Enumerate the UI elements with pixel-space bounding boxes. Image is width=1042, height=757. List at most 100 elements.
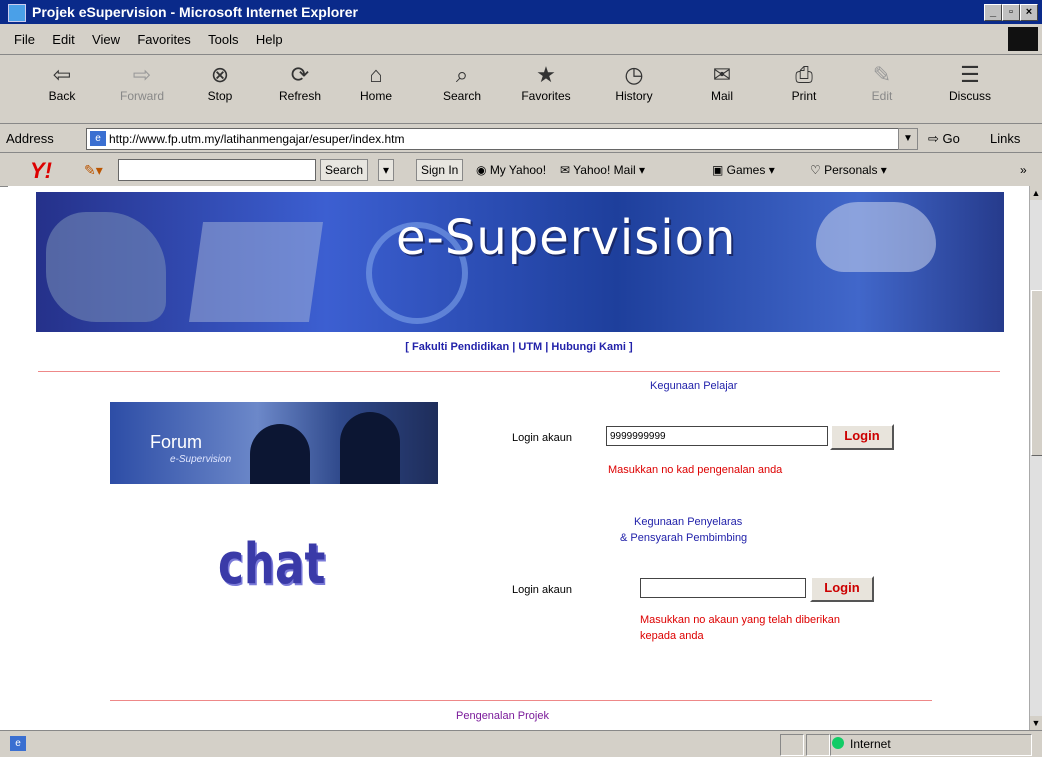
staff-hint-line1: Masukkan no akaun yang telah diberikan [640,614,840,626]
back-arrow-icon: ⇦ [52,62,72,87]
menu-help[interactable]: Help [256,32,283,47]
search-button[interactable]: ⌕ Search [430,61,494,103]
home-button[interactable]: ⌂ Home [344,61,408,103]
menu-file[interactable]: File [14,32,35,47]
stop-label: Stop [207,89,233,103]
yahoo-signin-button[interactable]: Sign In [416,159,464,181]
window-titlebar: Projek eSupervision - Microsoft Internet… [0,0,1042,24]
yahoo-search-dropdown[interactable]: ▾ [378,159,395,181]
person-silhouette [340,412,400,484]
mouse-graphic [816,202,936,272]
edit-icon: ✎ [872,62,892,87]
print-label: Print [791,89,817,103]
yahoo-logo-icon[interactable]: Y! [30,158,52,184]
close-button[interactable]: × [1020,4,1038,21]
menu-tools[interactable]: Tools [208,32,238,47]
discuss-button[interactable]: ☰ Discuss [938,61,1002,103]
staff-login-label: Login akaun [512,584,572,596]
discuss-label: Discuss [948,89,991,103]
edit-label: Edit [871,89,893,103]
games-label: Games [726,163,766,177]
status-segment [806,734,830,756]
footer-link[interactable]: Pengenalan Projek [456,710,549,722]
forward-label: Forward [119,89,164,103]
refresh-icon: ⟳ [290,62,310,87]
address-bar: Address e http://www.fp.utm.my/latihanme… [0,124,1042,153]
links-button[interactable]: Links [990,131,1020,146]
yahoo-mail-link[interactable]: ✉ Yahoo! Mail ▾ [560,163,645,177]
student-heading: Kegunaan Pelajar [650,380,738,392]
zone-label: Internet [850,737,891,751]
my-yahoo-label: My Yahoo! [489,163,547,177]
personals-label: Personals [824,163,878,177]
address-input[interactable]: e http://www.fp.utm.my/latihanmengajar/e… [86,128,918,150]
yahoo-toolbar: Y! ✎▾ Search ▾ Sign In ◉ My Yahoo! ✉ Yah… [0,153,1042,187]
stop-button[interactable]: ⊗ Stop [188,61,252,103]
refresh-label: Refresh [278,89,322,103]
favorites-icon: ★ [536,62,556,87]
print-button[interactable]: ⎙ Print [772,61,836,103]
favorites-label: Favorites [521,89,571,103]
my-yahoo-link[interactable]: ◉ My Yahoo! [476,163,546,177]
student-login-button[interactable]: Login [830,424,894,450]
yahoo-search-input[interactable] [118,159,316,181]
home-label: Home [359,89,392,103]
address-label: Address [6,131,54,146]
status-segment [780,734,804,756]
forum-subtitle: e-Supervision [170,454,232,465]
chat-logo[interactable]: chat [218,532,325,597]
menu-edit[interactable]: Edit [52,32,74,47]
pencil-icon[interactable]: ✎▾ [84,162,103,179]
games-link[interactable]: ▣ Games ▾ [712,163,775,177]
forward-button[interactable]: ⇨ Forward [110,61,174,103]
ie-icon [8,4,26,22]
menu-view[interactable]: View [92,32,120,47]
minimize-button[interactable]: _ [984,4,1002,21]
staff-heading-line2: & Pensyarah Pembimbing [620,532,748,544]
page-content: e-Supervision [ Fakulti Pendidikan | UTM… [8,186,1030,730]
history-icon: ◷ [624,62,644,87]
staff-hint-line2: kepada anda [640,630,704,642]
toolbar-overflow-button[interactable]: » [1020,163,1027,177]
maximize-button[interactable]: ▫ [1002,4,1020,21]
mail-button[interactable]: ✉ Mail [690,61,754,103]
staff-heading-line1: Kegunaan Penyelaras [634,516,743,528]
discuss-icon: ☰ [960,62,980,87]
status-bar: e Internet [0,730,1042,757]
esupervision-banner: e-Supervision [36,192,1004,332]
stop-icon: ⊗ [210,62,230,87]
face-graphic [46,212,166,322]
banner-title: e-Supervision [396,210,737,266]
yahoo-search-button[interactable]: Search [320,159,369,181]
menu-favorites[interactable]: Favorites [137,32,190,47]
forward-arrow-icon: ⇨ [132,62,152,87]
personals-link[interactable]: ♡ Personals ▾ [810,163,887,177]
vertical-scrollbar[interactable]: ▲ ▼ [1029,186,1042,730]
scroll-down-arrow[interactable]: ▼ [1030,716,1042,730]
staff-login-button[interactable]: Login [810,576,874,602]
forum-title: Forum [150,432,203,452]
back-button[interactable]: ⇦ Back [30,61,94,103]
staff-account-input[interactable] [640,578,806,598]
yahoo-mail-label: Yahoo! Mail [573,163,636,177]
go-button[interactable]: ⇨ Go [928,131,960,147]
mail-label: Mail [710,89,733,103]
monitor-graphic [188,222,324,322]
internet-zone-icon [832,737,844,749]
forum-banner[interactable]: Forum e-Supervision [110,402,438,484]
windows-logo-icon [1008,27,1038,51]
edit-button[interactable]: ✎ Edit [850,61,914,103]
student-login-label: Login akaun [512,432,572,444]
top-nav-links[interactable]: [ Fakulti Pendidikan | UTM | Hubungi Kam… [8,341,1030,353]
refresh-button[interactable]: ⟳ Refresh [268,61,332,103]
scroll-up-arrow[interactable]: ▲ [1030,186,1042,200]
divider-top [38,371,1000,372]
printer-icon: ⎙ [795,62,813,87]
address-dropdown-button[interactable]: ▼ [898,128,918,150]
favorites-button[interactable]: ★ Favorites [514,61,578,103]
scroll-thumb[interactable] [1031,290,1042,456]
address-url: http://www.fp.utm.my/latihanmengajar/esu… [109,132,405,146]
student-ic-input[interactable]: 9999999999 [606,426,828,446]
history-button[interactable]: ◷ History [602,61,666,103]
divider-bottom [110,700,932,701]
